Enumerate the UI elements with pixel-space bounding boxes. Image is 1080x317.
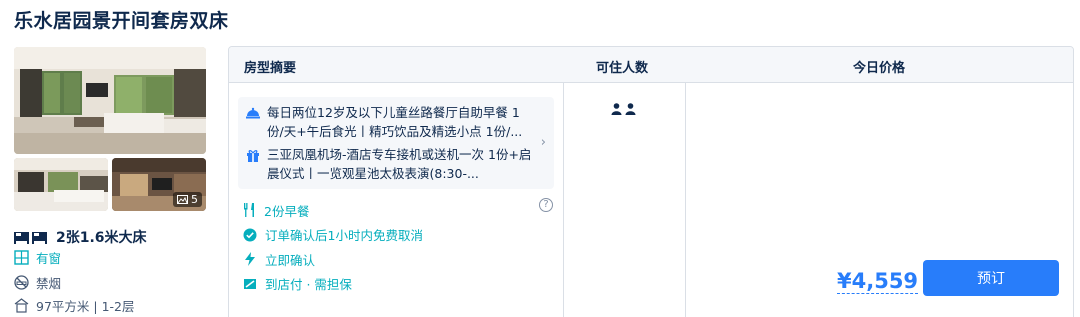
rate-table: 房型摘要 可住人数 今日价格 每日两位12岁及以下儿童丝路餐厅自助早餐 1份/天…: [228, 46, 1074, 317]
perk-item: 三亚凤凰机场-酒店专车接机或送机一次 1份+启晨仪式丨一览观星池太极表演(8:3…: [246, 145, 536, 183]
room-price[interactable]: ¥4,559: [837, 269, 919, 294]
smoking-feature: 禁烟: [14, 273, 61, 292]
payment-icon: [244, 278, 256, 289]
policy-text: 到店付 · 需担保: [265, 277, 352, 293]
max-guests: [611, 103, 636, 115]
double-bed-icon: [14, 232, 47, 244]
check-circle-icon: [243, 228, 257, 242]
chevron-right-icon[interactable]: ›: [541, 135, 546, 150]
gift-icon: [247, 150, 259, 162]
room-photo-thumb-2[interactable]: 5: [112, 158, 206, 211]
col-summary-header: 房型摘要: [244, 61, 297, 76]
policy-text: 立即确认: [265, 252, 316, 268]
info-icon[interactable]: ?: [539, 198, 553, 212]
column-divider: [685, 83, 686, 317]
policy-text: 订单确认后1小时内免费取消: [265, 228, 423, 244]
perk-item: 每日两位12岁及以下儿童丝路餐厅自助早餐 1份/天+午后食光丨精巧饮品及精选小点…: [246, 103, 536, 141]
book-button[interactable]: 预订: [923, 260, 1059, 296]
smoking-text: 禁烟: [36, 276, 62, 291]
perk-text: 三亚凤凰机场-酒店专车接机或送机一次 1份+启晨仪式丨一览观星池太极表演(8:3…: [267, 147, 532, 181]
dining-bell-icon: [246, 107, 260, 119]
instant-confirm-policy: 立即确认: [243, 247, 553, 272]
image-icon: [177, 195, 188, 204]
area-feature: 97平方米 | 1-2层: [14, 296, 134, 315]
package-perks-box[interactable]: 每日两位12岁及以下儿童丝路餐厅自助早餐 1份/天+午后食光丨精巧饮品及精选小点…: [238, 97, 554, 189]
policy-text: 2份早餐: [264, 203, 310, 219]
breakfast-policy: 2份早餐 ?: [243, 198, 553, 223]
photo-count-value: 5: [191, 193, 198, 206]
no-smoking-icon: [14, 275, 29, 290]
window-feature: 有窗: [14, 248, 61, 267]
fork-knife-icon: [244, 203, 254, 218]
perk-text: 每日两位12岁及以下儿童丝路餐厅自助早餐 1份/天+午后食光丨精巧饮品及精选小点…: [267, 105, 523, 139]
room-photo-thumb-1[interactable]: [14, 158, 108, 211]
bed-text: 2张1.6米大床: [56, 230, 147, 246]
rate-table-header: 房型摘要 可住人数 今日价格: [229, 47, 1073, 83]
column-divider: [563, 83, 564, 317]
policy-list: 2份早餐 ? 订单确认后1小时内免费取消 立即确认 到店付 · 需担保: [243, 198, 553, 296]
room-gallery[interactable]: 5: [14, 47, 206, 211]
payment-policy: 到店付 · 需担保: [243, 272, 553, 297]
person-icon: [625, 103, 636, 115]
area-text: 97平方米 | 1-2层: [36, 299, 135, 314]
bed-info: 2张1.6米大床: [14, 227, 147, 247]
floor-area-icon: [14, 298, 29, 313]
lightning-icon: [245, 252, 255, 267]
cancellation-policy[interactable]: 订单确认后1小时内免费取消: [243, 223, 553, 248]
room-title: 乐水居园景开间套房双床: [14, 10, 229, 32]
window-text: 有窗: [36, 251, 62, 266]
col-guests-header: 可住人数: [596, 61, 649, 76]
room-photo-main[interactable]: [14, 47, 206, 154]
col-price-header: 今日价格: [853, 61, 906, 76]
window-icon: [14, 250, 29, 265]
person-icon: [611, 103, 622, 115]
photo-count-badge[interactable]: 5: [173, 192, 202, 207]
